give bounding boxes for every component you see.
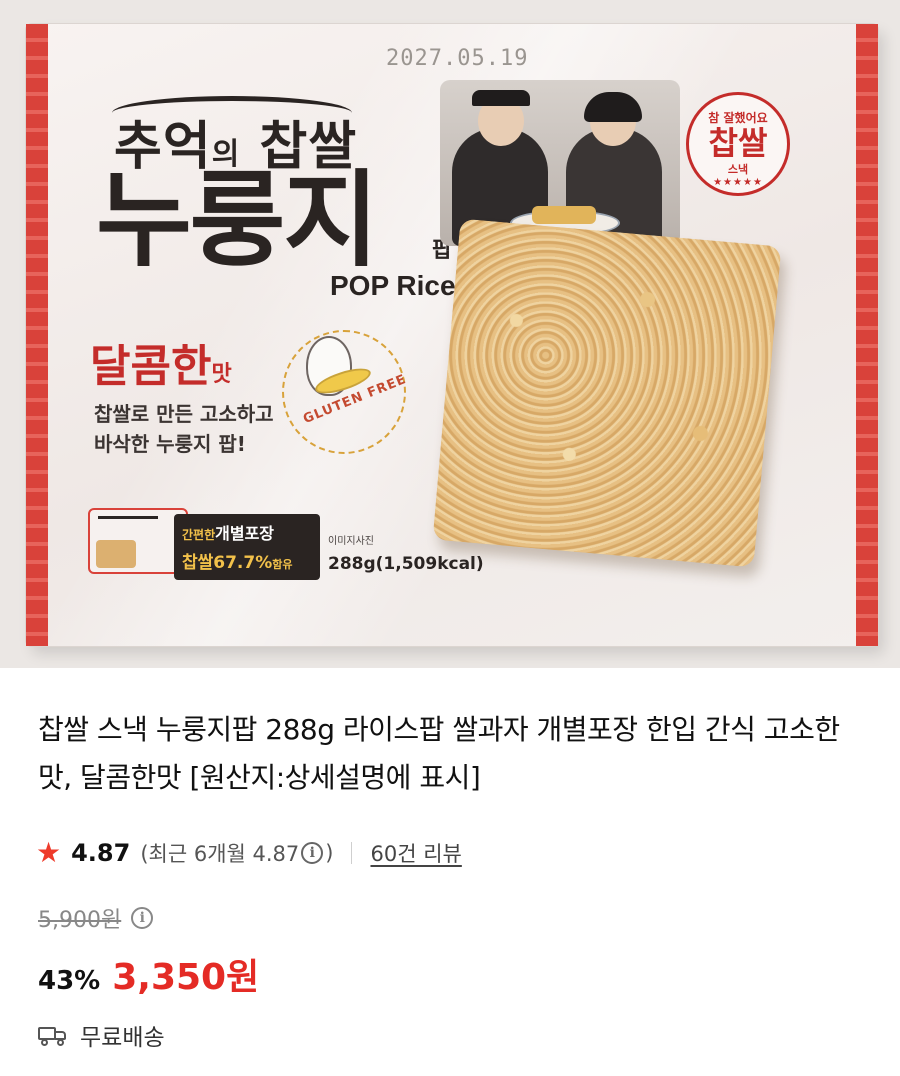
- package-weight: 288g(1,509kcal): [328, 554, 484, 574]
- pack-note-line2: 찹쌀67.7%함유: [182, 553, 293, 573]
- reviews-link[interactable]: 60건 리뷰: [370, 838, 461, 868]
- original-price: 5,900원: [38, 908, 122, 933]
- package-description-line1: 찹쌀로 만든 고소하고: [94, 402, 274, 426]
- school-cap: [472, 90, 530, 106]
- rice-snack-photo: [432, 218, 782, 568]
- individual-pack-thumbnail: [88, 508, 188, 574]
- rating-value: 4.87: [71, 839, 131, 867]
- product-image[interactable]: 2027.05.19 추억의 찹쌀 누룽지 팝 POP Rice 달콤한맛 찹쌀…: [0, 0, 900, 668]
- flavor-label: 달콤한맛: [90, 341, 232, 392]
- package-edge-right: [856, 24, 878, 646]
- sale-price: 3,350원: [112, 957, 260, 998]
- recent-rating-close: ): [325, 841, 334, 865]
- star-icon: ★: [36, 836, 62, 869]
- shipping-label: 무료배송: [80, 1025, 165, 1051]
- recent-rating: (최근 6개월 4.87 i ): [140, 838, 333, 868]
- individual-pack-note: 간편한개별포장 찹쌀67.7%함유: [174, 514, 320, 580]
- product-info: 찹쌀 스낵 누룽지팝 288g 라이스팝 쌀과자 개별포장 한입 간식 고소한맛…: [0, 668, 900, 1076]
- plate-snack-pieces: [532, 206, 596, 224]
- price-info-icon[interactable]: i: [131, 907, 154, 929]
- divider: [351, 842, 353, 864]
- package-title-line2: 누룽지: [96, 159, 379, 281]
- pack-note-line1: 간편한개별포장: [182, 524, 275, 543]
- rating-row: ★ 4.87 (최근 6개월 4.87 i ) 60건 리뷰: [36, 836, 462, 870]
- package-subtitle: POP Rice: [330, 270, 456, 301]
- badge-main-text: 찹쌀: [708, 124, 768, 162]
- chapssal-snack-badge: 참 잘했어요 찹쌀 스낵 ★★★★★: [686, 92, 790, 196]
- discount-rate: 43%: [38, 966, 101, 996]
- shipping-row: 무료배송: [38, 1018, 165, 1052]
- girl-hair: [584, 92, 642, 122]
- package-edge-left: [26, 24, 48, 646]
- info-icon[interactable]: i: [301, 842, 324, 864]
- image-note: 이미지사진: [328, 536, 374, 547]
- price-row: 43% 3,350원: [38, 948, 259, 1000]
- original-price-row: 5,900원 i: [38, 902, 155, 934]
- product-title: 찹쌀 스낵 누룽지팝 288g 라이스팝 쌀과자 개별포장 한입 간식 고소한맛…: [38, 713, 840, 794]
- badge-sub-text: 스낵: [727, 163, 749, 177]
- expiry-date-stamp: 2027.05.19: [386, 46, 529, 71]
- truck-icon: [38, 1025, 68, 1046]
- package-description-line2: 바삭한 누룽지 팝!: [94, 432, 246, 456]
- badge-stars: ★★★★★: [713, 177, 763, 189]
- recent-rating-text: (최근 6개월 4.87: [140, 842, 300, 866]
